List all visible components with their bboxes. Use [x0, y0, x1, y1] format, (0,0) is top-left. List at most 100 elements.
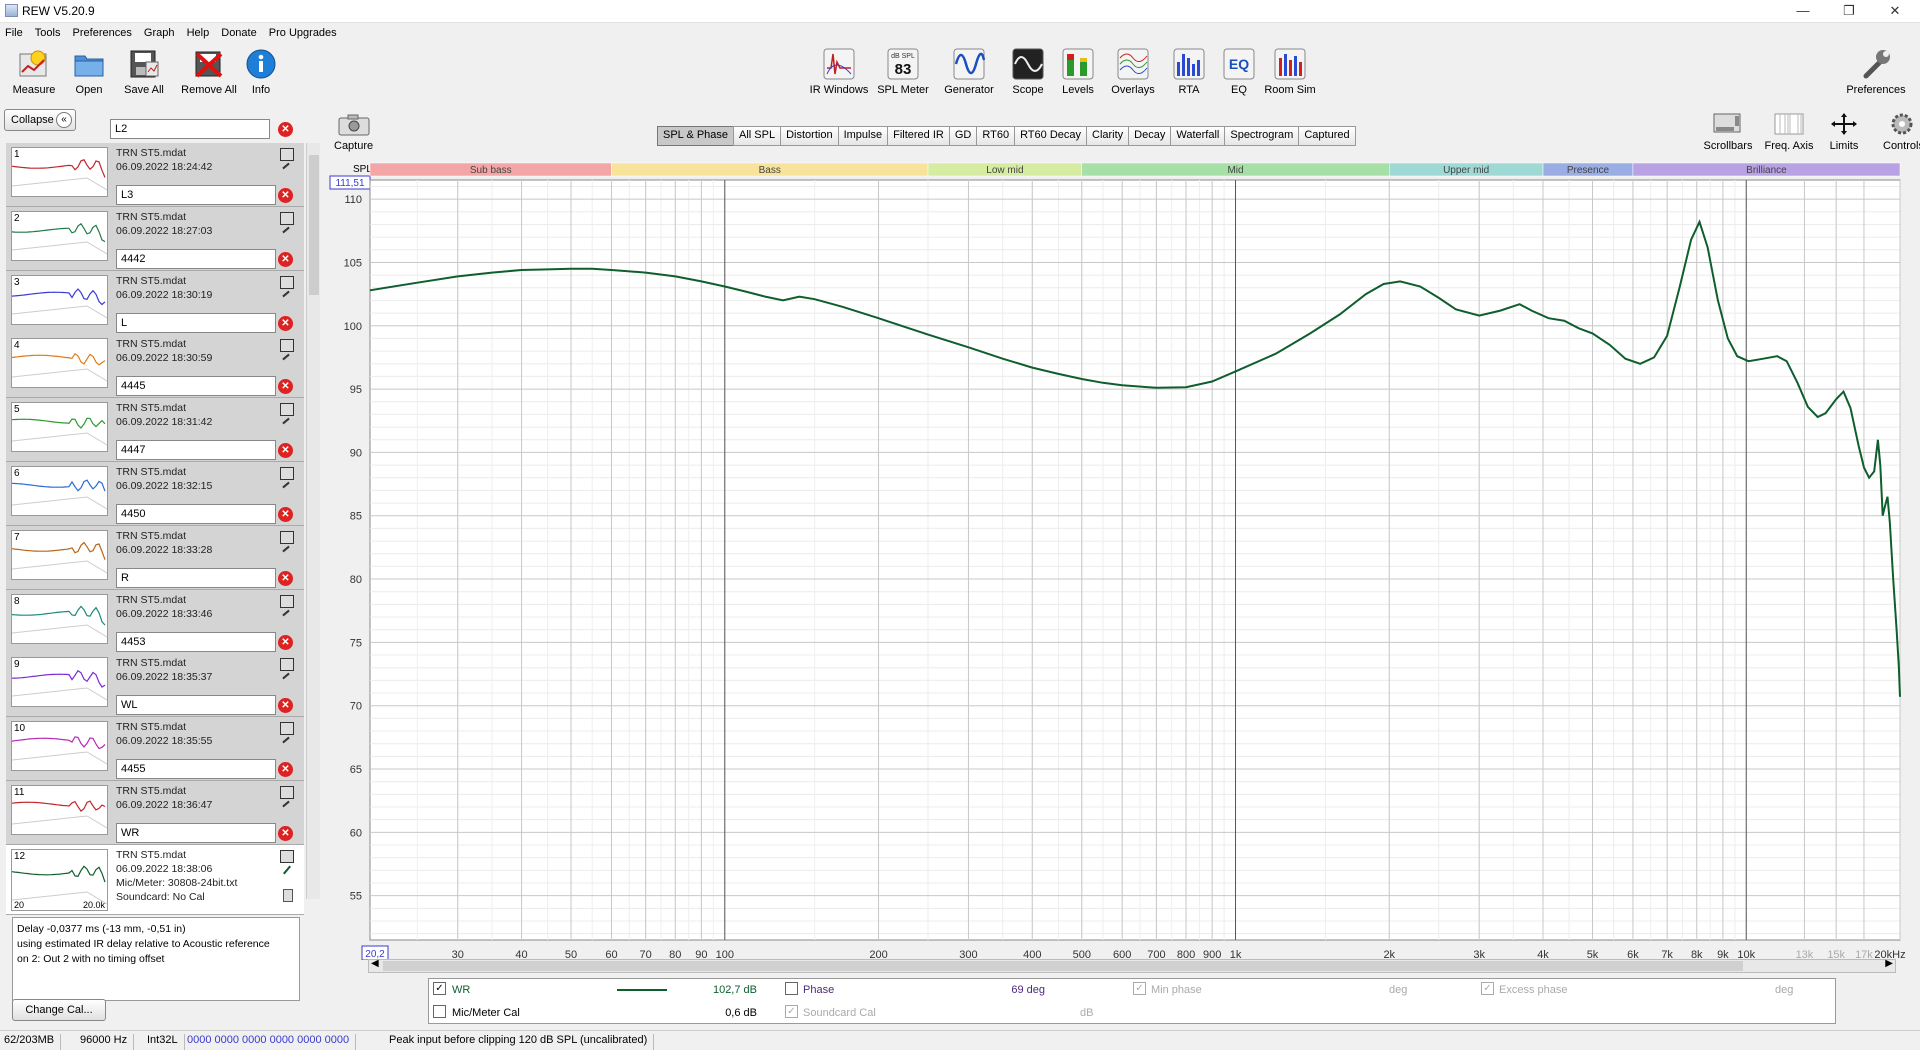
phase-checkbox[interactable] [785, 982, 798, 995]
save-all-button[interactable]: Save All [118, 48, 170, 96]
measurement-row[interactable]: 4 TRN ST5.mdat 06.09.2022 18:30:59 4445 ✕ [6, 334, 304, 399]
tab-spectrogram[interactable]: Spectrogram [1224, 126, 1300, 146]
measurement-row[interactable]: 1 TRN ST5.mdat 06.09.2022 18:24:42 L3 ✕ [6, 143, 304, 207]
limits-button[interactable]: Limits [1822, 112, 1866, 152]
measurement-name-field[interactable]: 4447 [116, 440, 276, 461]
measurement-name-field[interactable]: L [116, 312, 276, 333]
pen-icon[interactable] [282, 162, 290, 170]
measurement-name-field[interactable]: WL [116, 695, 276, 716]
remove-measurement-icon[interactable]: ✕ [278, 698, 293, 714]
remove-measurement-icon[interactable]: ✕ [278, 634, 293, 650]
save-measurement-icon[interactable] [280, 722, 294, 736]
pen-icon[interactable] [282, 481, 290, 489]
tab-filtered-ir[interactable]: Filtered IR [887, 126, 950, 146]
horizontal-scrollbar[interactable]: ◀ ▶ [368, 958, 1896, 973]
measurement-name-field[interactable]: L2 [110, 119, 270, 139]
remove-measurement-icon[interactable]: ✕ [278, 762, 293, 778]
minimize-button[interactable]: — [1780, 0, 1826, 23]
remove-measurement-icon[interactable]: ✕ [278, 188, 293, 203]
measurement-row-selected[interactable]: 12 20 20.0k TRN ST5.mdat 06.09.2022 18:38:06… [6, 844, 304, 915]
tab-distortion[interactable]: Distortion [780, 126, 839, 146]
remove-measurement-icon[interactable]: ✕ [278, 443, 293, 459]
menu-tools[interactable]: Tools [30, 24, 65, 39]
change-cal-button[interactable]: Change Cal... [12, 999, 106, 1021]
measurement-name-field[interactable]: 4453 [116, 631, 276, 652]
remove-measurement-icon[interactable]: ✕ [278, 507, 293, 522]
remove-measurement-icon[interactable]: ✕ [278, 570, 293, 586]
menu-donate[interactable]: Donate [216, 24, 260, 39]
pen-icon[interactable] [282, 290, 290, 297]
save-measurement-icon[interactable] [280, 786, 294, 799]
measurement-row[interactable]: 5 TRN ST5.mdat 06.09.2022 18:31:42 4447 ✕ [6, 398, 304, 463]
excess-phase-checkbox[interactable]: ✓ [1481, 982, 1494, 995]
measurement-row[interactable]: 6 TRN ST5.mdat 06.09.2022 18:32:15 4450 ✕ [6, 462, 304, 526]
preferences-button[interactable]: Preferences [1843, 48, 1909, 96]
measurement-name-field[interactable]: R [116, 567, 276, 588]
close-window-button[interactable]: ✕ [1872, 0, 1918, 23]
measurement-name-field[interactable]: 4455 [116, 759, 276, 780]
tab-clarity[interactable]: Clarity [1086, 126, 1130, 146]
measurement-row[interactable]: 2 TRN ST5.mdat 06.09.2022 18:27:03 4442 ✕ [6, 206, 304, 271]
save-measurement-icon[interactable] [280, 148, 294, 161]
remove-all-button[interactable]: Remove All [178, 48, 240, 96]
tab-waterfall[interactable]: Waterfall [1170, 126, 1226, 146]
tab-rt60-decay[interactable]: RT60 Decay [1014, 126, 1087, 146]
measurement-row[interactable]: 3 TRN ST5.mdat 06.09.2022 18:30:19 L ✕ [6, 270, 304, 335]
tab-captured[interactable]: Captured [1298, 126, 1356, 146]
measurement-row[interactable]: 10 TRN ST5.mdat 06.09.2022 18:35:55 4455 ✕ [6, 717, 304, 782]
remove-measurement-icon[interactable]: ✕ [278, 379, 293, 395]
pen-icon[interactable] [282, 609, 290, 616]
measurement-row[interactable]: 11 TRN ST5.mdat 06.09.2022 18:36:47 WR ✕ [6, 781, 304, 845]
info-button[interactable]: Info [244, 48, 278, 96]
pen-icon[interactable] [282, 545, 290, 553]
room-sim-button[interactable]: Room Sim [1264, 48, 1316, 96]
panel-scrollbar[interactable] [306, 143, 320, 899]
measure-button[interactable]: Measure [10, 48, 58, 96]
save-measurement-icon[interactable] [280, 339, 294, 353]
menu-file[interactable]: File [0, 24, 27, 39]
measurement-name-field[interactable]: 4445 [116, 376, 276, 397]
remove-measurement-icon[interactable]: ✕ [278, 826, 293, 841]
pen-icon[interactable] [282, 417, 290, 425]
tab-gd[interactable]: GD [948, 126, 978, 146]
scroll-right-icon[interactable]: ▶ [1885, 958, 1893, 969]
spl-meter-button[interactable]: dB SPL 83 SPL Meter [877, 48, 929, 96]
menu-graph[interactable]: Graph [139, 24, 179, 39]
remove-measurement-icon[interactable]: ✕ [278, 122, 293, 137]
mic-cal-checkbox[interactable] [433, 1005, 446, 1018]
min-phase-checkbox[interactable]: ✓ [1133, 982, 1146, 995]
capture-button[interactable]: Capture [334, 112, 373, 152]
save-measurement-icon[interactable] [280, 403, 294, 417]
soundcard-cal-checkbox[interactable]: ✓ [785, 1005, 798, 1018]
save-measurement-icon[interactable] [280, 530, 294, 544]
tab-rt60[interactable]: RT60 [976, 126, 1016, 146]
scrollbar-thumb[interactable] [383, 961, 1743, 971]
eq-button[interactable]: EQ EQ [1222, 48, 1256, 96]
menu-help[interactable]: Help [182, 24, 214, 39]
remove-measurement-icon[interactable]: ✕ [278, 251, 293, 267]
measurement-row[interactable]: 7 TRN ST5.mdat 06.09.2022 18:33:28 R ✕ [6, 525, 304, 590]
pen-icon[interactable] [282, 673, 290, 680]
tab-impulse[interactable]: Impulse [837, 126, 889, 146]
measurement-row[interactable]: 8 TRN ST5.mdat 06.09.2022 18:33:46 4453 ✕ [6, 589, 304, 654]
plot-area[interactable] [369, 179, 1901, 941]
scrollbar-thumb[interactable] [309, 155, 319, 295]
remove-measurement-icon[interactable]: ✕ [278, 315, 293, 331]
open-button[interactable]: Open [65, 48, 113, 96]
scroll-left-icon[interactable]: ◀ [371, 958, 379, 969]
scrollbars-button[interactable]: Scrollbars [1698, 112, 1758, 152]
menu-preferences[interactable]: Preferences [68, 24, 136, 39]
y-max-label[interactable]: 111,51 [335, 178, 365, 189]
wr-checkbox[interactable]: ✓ [433, 982, 446, 995]
tab-spl-phase[interactable]: SPL & Phase [657, 126, 735, 146]
controls-button[interactable]: Controls [1883, 112, 1920, 152]
levels-button[interactable]: Levels [1058, 48, 1098, 96]
overlays-button[interactable]: Overlays [1108, 48, 1158, 96]
generator-button[interactable]: Generator [940, 48, 998, 96]
save-measurement-icon[interactable] [280, 849, 294, 863]
ir-windows-button[interactable]: IR Windows [808, 48, 870, 96]
restore-button[interactable]: ❐ [1826, 0, 1872, 23]
pen-icon[interactable] [283, 865, 291, 875]
pen-icon[interactable] [282, 800, 290, 808]
tab-decay[interactable]: Decay [1128, 126, 1172, 146]
